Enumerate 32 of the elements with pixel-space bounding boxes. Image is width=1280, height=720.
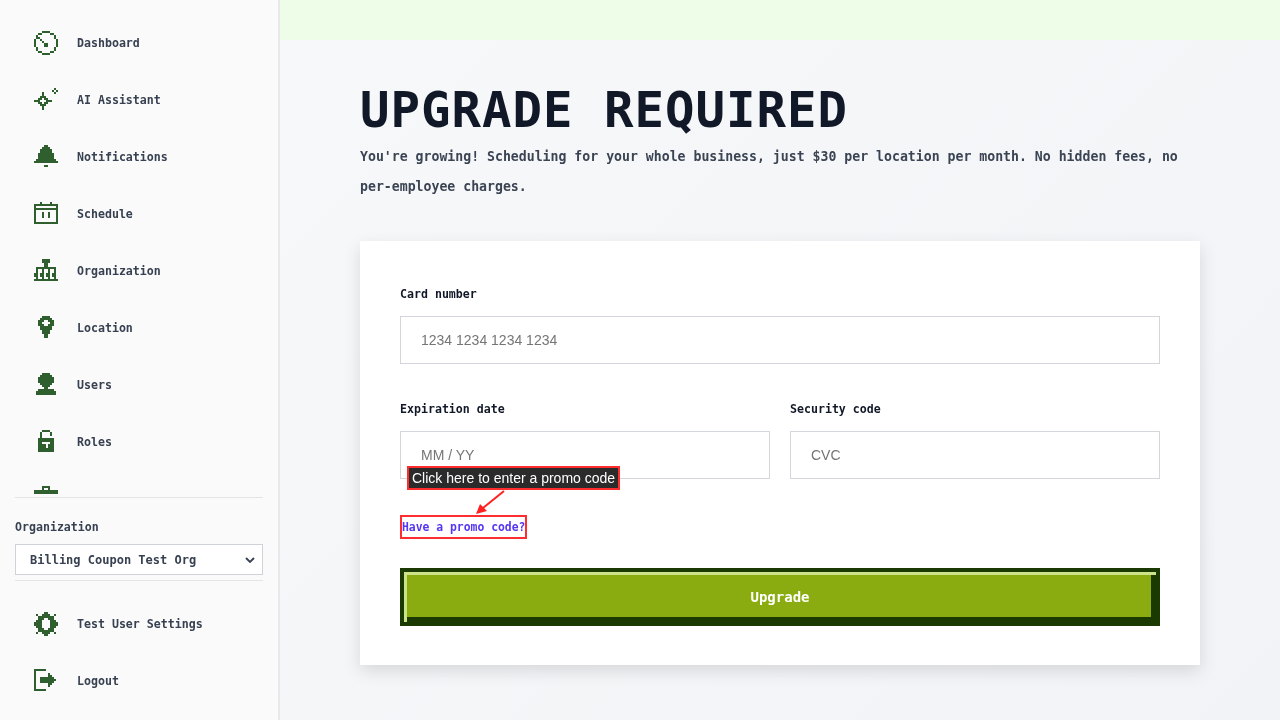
nav-link[interactable]: Dashboard <box>34 30 140 55</box>
user-icon <box>34 372 58 397</box>
chevron-down-icon <box>245 556 255 563</box>
input-field[interactable]: 1234 1234 1234 1234 <box>400 316 1160 364</box>
sparkle-icon <box>34 87 58 112</box>
nav-link[interactable]: Roles <box>34 429 112 454</box>
calendar-icon <box>34 201 58 226</box>
gauge-icon <box>34 30 58 55</box>
nav-link[interactable]: Notifications <box>34 144 168 169</box>
field-label: Security code <box>790 402 881 416</box>
nav-link[interactable]: Organization <box>34 258 161 283</box>
page-subtitle: You're growing! Scheduling for your whole business, just $30 per location per month. No hidden fees, no per-employee charges. <box>360 148 1179 196</box>
briefcase-icon <box>34 486 58 494</box>
organization-label: Organization <box>15 520 99 534</box>
nav-link[interactable]: Logout <box>34 668 119 693</box>
callout-label: Click here to enter a promo code <box>407 466 621 490</box>
input-field[interactable]: CVC <box>790 431 1160 479</box>
arrow-icon <box>474 490 506 515</box>
page-title: UPGRADE REQUIRED <box>360 85 848 137</box>
promo-code-link[interactable]: Have a promo code? <box>400 515 528 539</box>
nav-link[interactable]: AI Assistant <box>34 87 161 112</box>
org-chart-icon <box>34 258 58 283</box>
nav-link[interactable]: Schedule <box>34 201 133 226</box>
organization-select[interactable]: Billing Coupon Test Org <box>15 544 263 575</box>
field-label: Expiration date <box>400 402 505 416</box>
bell-icon <box>34 144 58 169</box>
nav-link[interactable]: Location <box>34 315 133 340</box>
nav-link[interactable]: Test User Settings <box>34 611 203 636</box>
settings-icon <box>34 611 58 636</box>
field-label: Card number <box>400 287 477 301</box>
logout-icon <box>34 668 58 693</box>
nav-link[interactable]: Users <box>34 372 112 397</box>
